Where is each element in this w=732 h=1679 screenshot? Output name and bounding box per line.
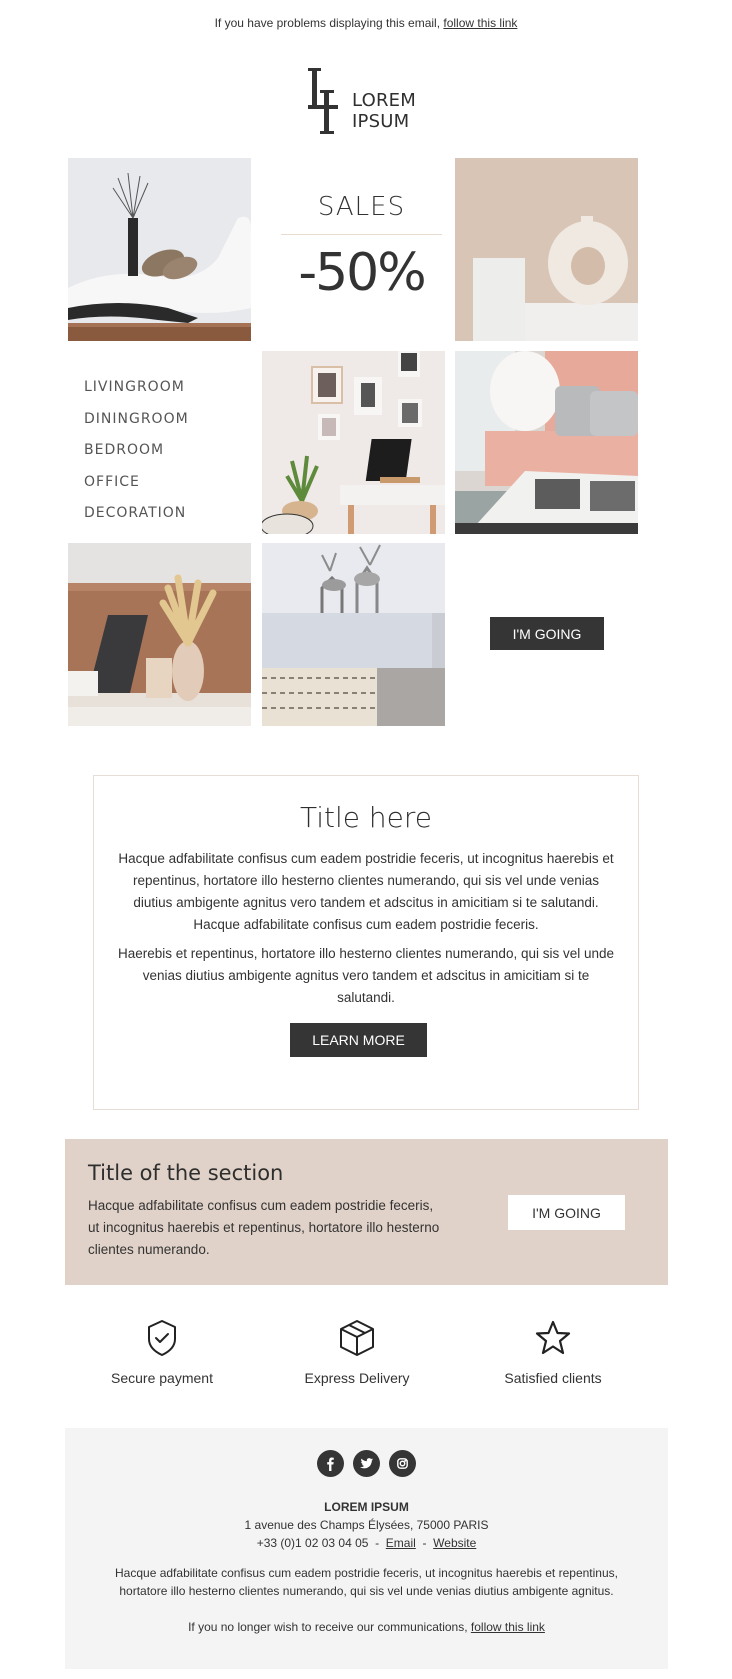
footer-email-link[interactable]: Email [386,1536,416,1550]
learn-more-button[interactable]: LEARN MORE [290,1023,427,1057]
logo-monogram-icon [308,68,338,134]
instagram-icon [397,1458,408,1469]
logo-wordmark: LOREM IPSUM [352,90,416,132]
info-box: Title here Hacque adfabilitate confisus … [93,775,639,1110]
feature-label: Express Delivery [304,1370,410,1386]
feature-satisfied-clients: Satisfied clients [463,1318,643,1386]
product-image-desk[interactable] [262,351,445,534]
footer-address: 1 avenue des Champs Élysées, 75000 PARIS [244,1518,489,1532]
footer: LOREM IPSUM 1 avenue des Champs Élysées,… [65,1428,668,1669]
feature-secure-payment: Secure payment [72,1318,252,1386]
feature-express-delivery: Express Delivery [267,1318,447,1386]
category-diningroom[interactable]: DININGROOM [84,409,189,441]
logo-line-2: IPSUM [352,111,410,132]
discount-value: -50% [298,243,426,303]
instagram-link[interactable] [389,1450,416,1477]
gallery-cta-button[interactable]: I'M GOING [490,617,604,650]
product-image-vase[interactable] [455,158,638,341]
logo-line-1: LOREM [352,90,416,111]
footer-website-link[interactable]: Website [433,1536,476,1550]
unsubscribe-link[interactable]: follow this link [471,1620,545,1634]
preheader: If you have problems displaying this ema… [0,16,732,30]
info-box-title: Title here [299,801,432,834]
facebook-icon [327,1457,334,1471]
facebook-link[interactable] [317,1450,344,1477]
twitter-link[interactable] [353,1450,380,1477]
category-list: LIVINGROOM DININGROOM BEDROOM OFFICE DEC… [84,377,189,535]
section-text: Hacque adfabilitate confisus cum eadem p… [88,1198,440,1257]
footer-phone: +33 (0)1 02 03 04 05 [256,1536,369,1550]
section-title: Title of the section [88,1161,284,1185]
category-office[interactable]: OFFICE [84,472,189,504]
feature-label: Secure payment [111,1370,213,1386]
info-box-paragraph-1: Hacque adfabilitate confisus cum eadem p… [118,851,614,932]
section-cta-button[interactable]: I'M GOING [508,1195,625,1230]
view-online-link[interactable]: follow this link [443,16,517,30]
footer-brand: LOREM IPSUM [324,1500,409,1514]
category-decoration[interactable]: DECORATION [84,503,189,535]
box-icon [340,1320,374,1356]
product-image-decoration[interactable] [262,543,445,726]
preheader-text: If you have problems displaying this ema… [214,16,444,30]
unsubscribe-line: If you no longer wish to receive our com… [65,1620,668,1634]
shield-check-icon [148,1320,176,1356]
logo: LOREM IPSUM [308,66,428,138]
info-box-paragraph-2: Haerebis et repentinus, hortatore illo h… [117,946,615,1005]
product-image-sofa[interactable] [455,351,638,534]
promo-section: Title of the section Hacque adfabilitate… [65,1139,668,1285]
footer-description: Hacque adfabilitate confisus cum eadem p… [115,1566,618,1598]
star-icon [535,1320,571,1355]
footer-contact: +33 (0)1 02 03 04 05 - Email - Website [65,1536,668,1550]
category-bedroom[interactable]: BEDROOM [84,440,189,472]
sales-divider [281,234,442,235]
feature-label: Satisfied clients [504,1370,602,1386]
twitter-icon [359,1458,374,1469]
separator: - [422,1536,427,1550]
sales-label: SALES [317,192,406,222]
separator: - [375,1536,380,1550]
product-image-office[interactable] [68,543,251,726]
social-links [65,1450,668,1477]
category-livingroom[interactable]: LIVINGROOM [84,377,189,409]
product-image-chaise[interactable] [68,158,251,341]
unsubscribe-text: If you no longer wish to receive our com… [188,1620,471,1634]
features-row: Secure payment Express Delivery Satisfie… [0,1318,732,1398]
sales-banner: SALES -50% [281,192,442,301]
